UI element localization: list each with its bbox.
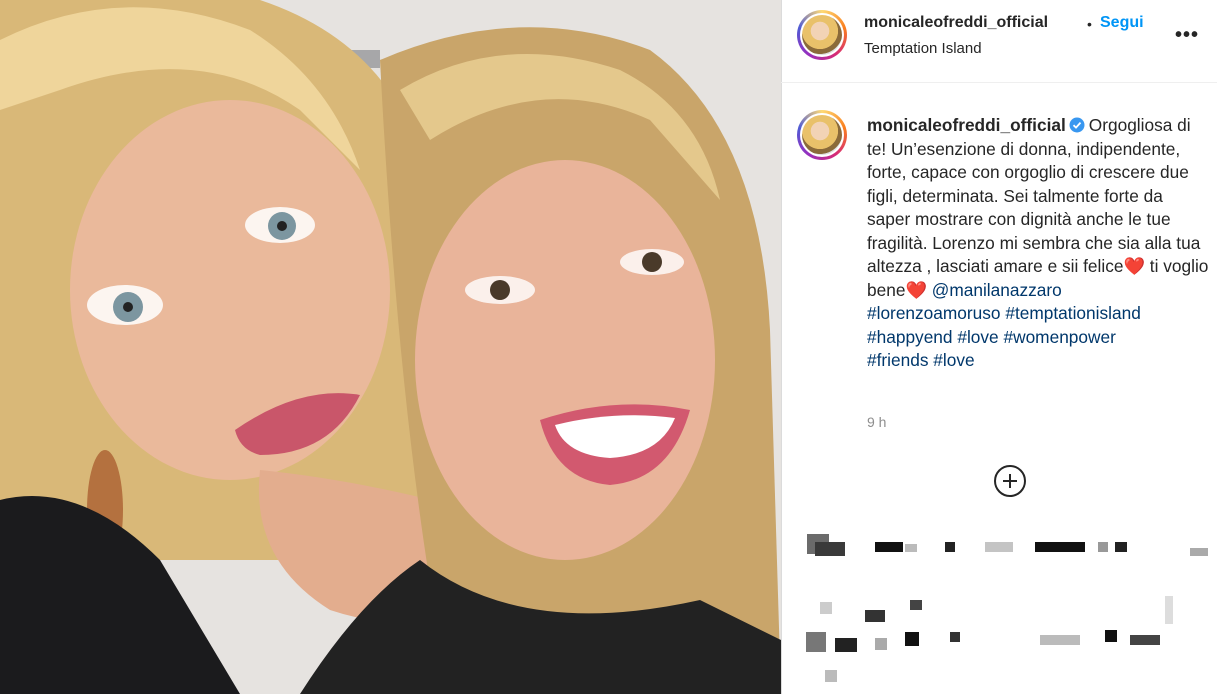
follow-separator: • (1087, 16, 1092, 32)
caption-text: Orgogliosa di te! Un’esenzione di donna,… (867, 115, 1201, 276)
post-photo[interactable] (0, 0, 781, 694)
author-username[interactable]: monicaleofreddi_official (864, 14, 1048, 32)
more-options-icon[interactable]: ••• (1175, 24, 1199, 47)
heart-emoji-2: ❤️ (905, 279, 927, 300)
header-divider (781, 82, 1217, 83)
follow-button[interactable]: Segui (1100, 14, 1144, 32)
hashtag-link[interactable]: #love (957, 327, 998, 347)
caption-username[interactable]: monicaleofreddi_official (867, 115, 1066, 135)
post-location[interactable]: Temptation Island (864, 40, 982, 57)
mention-link[interactable]: @manilanazzaro (932, 280, 1062, 300)
hashtag-link[interactable]: #friends (867, 350, 928, 370)
caption-avatar[interactable] (797, 110, 847, 160)
post-timestamp: 9 h (867, 414, 887, 430)
selfie-illustration (0, 0, 781, 694)
instagram-post-view: monicaleofreddi_official • Segui Temptat… (0, 0, 1217, 694)
hashtag-link[interactable]: #womenpower (1003, 327, 1115, 347)
heart-emoji: ❤️ (1123, 256, 1145, 276)
verified-badge-icon (1069, 117, 1085, 133)
hashtag-link[interactable]: #lorenzoamoruso (867, 303, 1001, 323)
hashtag-link[interactable]: #temptationisland (1005, 303, 1140, 323)
hashtag-link[interactable]: #happyend (867, 327, 953, 347)
plus-circle-icon[interactable] (994, 465, 1026, 497)
pixelated-comments (780, 520, 1217, 694)
hashtag-link[interactable]: #love (933, 350, 974, 370)
post-caption: monicaleofreddi_official Orgogliosa di te… (867, 114, 1209, 373)
author-avatar[interactable] (797, 10, 847, 60)
